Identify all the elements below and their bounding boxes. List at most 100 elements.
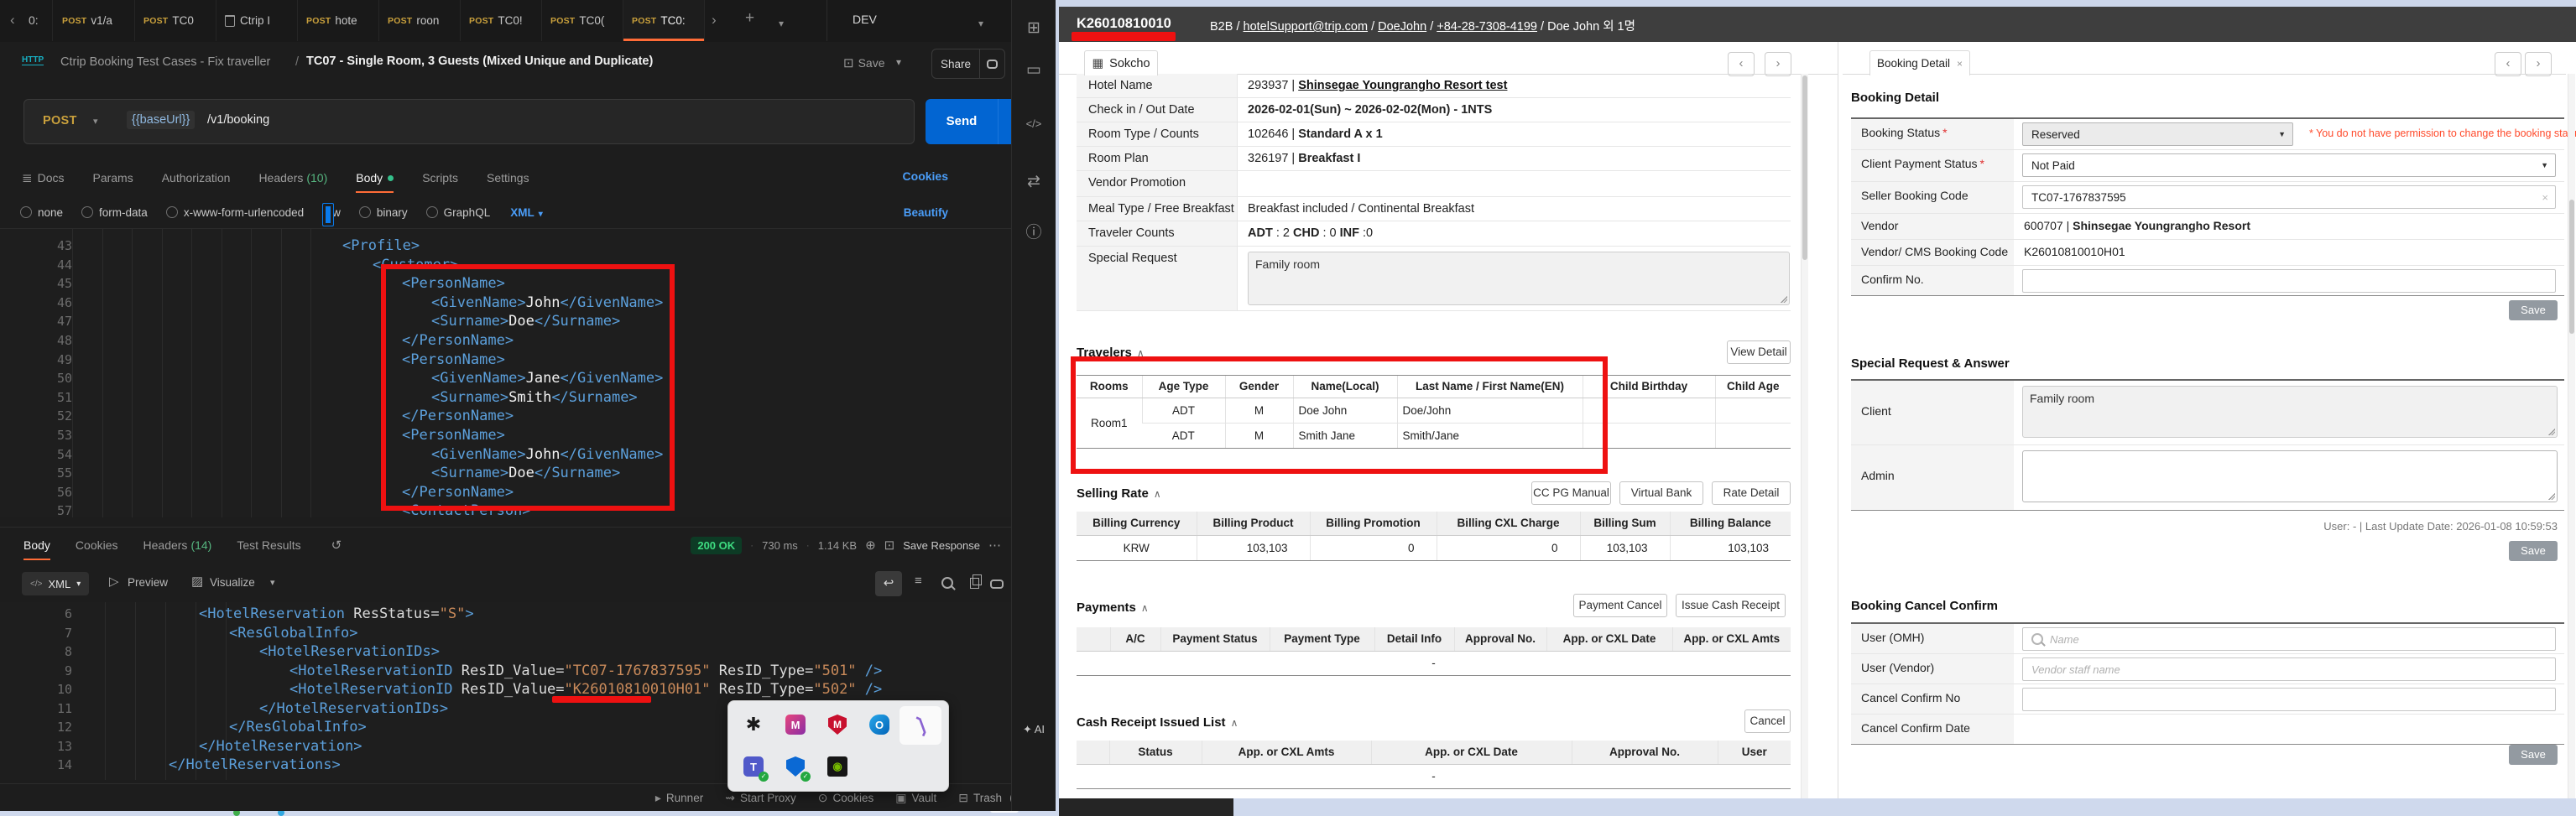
tab-docs[interactable]: ≣ Docs	[22, 163, 64, 193]
url-path[interactable]: /v1/booking	[207, 113, 269, 127]
save-response-icon[interactable]: ⊡	[884, 538, 895, 553]
admin-answer-textarea[interactable]	[2022, 450, 2558, 502]
url-bar[interactable]: POST ▾ {{baseUrl}} /v1/booking	[23, 99, 915, 144]
tab-scripts[interactable]: Scripts	[422, 163, 458, 193]
open-request-tab[interactable]: POST v1/a	[54, 0, 135, 41]
copy-icon[interactable]	[970, 574, 982, 589]
save-button-special-request[interactable]: Save	[2509, 541, 2558, 561]
tab-headers[interactable]: Headers (10)	[258, 163, 327, 193]
body-mode-form-data[interactable]: form-data	[81, 206, 148, 219]
view-detail-button[interactable]: View Detail	[1727, 340, 1791, 364]
payments-section-title[interactable]: Payments ∧	[1077, 600, 1149, 615]
method-caret-icon[interactable]: ▾	[93, 116, 98, 127]
cash-receipt-cancel-button[interactable]: Cancel	[1744, 709, 1791, 733]
history-icon[interactable]: ↺	[331, 538, 342, 553]
windows-security-tray-icon[interactable]: ✓	[777, 748, 814, 785]
response-tab-test-results[interactable]: Test Results	[237, 530, 300, 560]
clear-input-icon[interactable]: ×	[2542, 191, 2548, 204]
link-icon[interactable]	[987, 59, 998, 69]
more-actions-icon[interactable]: ⋯	[988, 538, 1001, 553]
open-request-tab[interactable]: Ctrip I	[216, 0, 298, 41]
rate-detail-button[interactable]: Rate Detail	[1712, 481, 1791, 505]
wrap-text-toggle[interactable]: ↩	[875, 571, 902, 596]
statusbar-cookies[interactable]: ⊙ Cookies	[818, 791, 874, 805]
body-language-select[interactable]: XML ▾	[510, 206, 543, 219]
payment-cancel-button[interactable]: Payment Cancel	[1573, 594, 1667, 617]
ai-assistant-icon[interactable]: ✦ AI	[1012, 723, 1056, 736]
visualize-icon[interactable]: ▨	[191, 574, 203, 589]
booking-status-select[interactable]: Reserved ▼	[2022, 122, 2293, 146]
cookies-link[interactable]: Cookies	[903, 169, 948, 183]
body-mode-binary[interactable]: binary	[358, 206, 408, 219]
statusbar-runner[interactable]: ▸ Runner	[655, 791, 703, 805]
info-icon[interactable]: ⓘ	[1012, 220, 1056, 242]
cancel-confirm-input-cancel-confirm-no[interactable]	[2022, 688, 2556, 711]
preview-button[interactable]: Preview	[128, 576, 168, 589]
statusbar-start-proxy[interactable]: ⇝ Start Proxy	[725, 791, 796, 805]
partial-tab[interactable]: 0:	[29, 0, 53, 41]
booker-name-link[interactable]: DoeJohn	[1378, 20, 1426, 34]
tab-scroll-right-icon[interactable]: ›	[712, 12, 717, 29]
search-icon[interactable]	[941, 577, 953, 589]
tab-booking-detail[interactable]: Booking Detail ×	[1869, 50, 1970, 75]
seller-booking-code-input[interactable]: TC07-1767837595 ×	[2022, 185, 2556, 209]
share-button[interactable]: Share	[931, 49, 1005, 79]
center-scrollbar[interactable]	[1801, 74, 1808, 798]
format-caret-icon[interactable]: ▾	[76, 580, 81, 589]
environment-selector[interactable]: DEV ▾	[827, 0, 1012, 41]
detail-scrollbar[interactable]	[2568, 74, 2575, 798]
tab-body[interactable]: Body	[356, 163, 394, 193]
body-mode-none[interactable]: none	[20, 206, 63, 219]
close-tab-icon[interactable]: ×	[1957, 58, 1963, 70]
panel-prev-button[interactable]: ‹	[1728, 52, 1755, 76]
client-request-textarea[interactable]: Family room	[2022, 386, 2558, 438]
teams-tray-icon[interactable]: T ✓	[735, 748, 772, 785]
tab-settings[interactable]: Settings	[487, 163, 529, 193]
nvidia-tray-icon[interactable]: ◉	[819, 748, 856, 785]
open-request-tab[interactable]: POST hote	[298, 0, 379, 41]
open-request-tab[interactable]: POST TC0!	[461, 0, 542, 41]
save-response-button[interactable]: Save Response	[903, 539, 980, 552]
outlook-tray-icon[interactable]: O	[861, 706, 898, 743]
environment-caret-icon[interactable]: ▾	[978, 15, 983, 32]
starburst-tray-icon[interactable]: ✱	[735, 706, 772, 743]
response-tab-cookies[interactable]: Cookies	[76, 530, 118, 560]
selling-rate-section-title[interactable]: Selling Rate ∧	[1077, 486, 1161, 501]
confirm-no-input[interactable]	[2022, 269, 2556, 293]
breadcrumb-collection[interactable]: Ctrip Booking Test Cases - Fix traveller	[60, 55, 270, 69]
save-caret-icon[interactable]: ▾	[896, 56, 901, 68]
phone-link[interactable]: +84-28-7308-4199	[1437, 20, 1537, 34]
visualize-caret-icon[interactable]: ▾	[270, 577, 275, 588]
mcafee-tray-icon[interactable]: M	[819, 706, 856, 743]
response-tab-headers[interactable]: Headers (14)	[143, 530, 212, 560]
statusbar-trash[interactable]: ⊟ Trash	[958, 791, 1002, 805]
client-payment-status-select[interactable]: Not Paid ▼	[2022, 153, 2556, 177]
special-request-textarea[interactable]: Family room	[1248, 252, 1790, 305]
virtual-bank-button[interactable]: Virtual Bank	[1619, 481, 1703, 505]
beautify-link[interactable]: Beautify	[904, 206, 948, 219]
save-button-cancel-confirm[interactable]: Save	[2509, 745, 2558, 765]
collapse-lines-icon[interactable]: ≡	[915, 574, 922, 588]
url-variable[interactable]: {{baseUrl}}	[127, 111, 196, 129]
tab-scroll-left-icon[interactable]: ‹	[10, 12, 15, 29]
open-request-tab[interactable]: POST TC0:	[623, 0, 705, 41]
issue-cash-receipt-button[interactable]: Issue Cash Receipt	[1676, 594, 1786, 617]
body-mode-raw[interactable]: raw	[322, 203, 341, 226]
feather-pen-tray-icon[interactable]: ❳	[903, 706, 940, 743]
share-label[interactable]: Share	[932, 49, 981, 78]
open-request-tab[interactable]: POST roon	[379, 0, 461, 41]
response-format-select[interactable]: </> XML ▾	[22, 572, 90, 595]
detail-next-button[interactable]: ›	[2525, 52, 2552, 76]
cancel-confirm-input-user-vendor-[interactable]: Vendor staff name	[2022, 657, 2556, 681]
statusbar-vault[interactable]: ▣ Vault	[895, 791, 936, 805]
visualize-button[interactable]: Visualize	[210, 576, 255, 589]
open-request-tab[interactable]: POST TC0	[135, 0, 216, 41]
open-request-tab[interactable]: POST TC0(	[542, 0, 623, 41]
hotel-tab-sokcho[interactable]: ▦ Sokcho	[1084, 50, 1158, 75]
support-email-link[interactable]: hotelSupport@trip.com	[1244, 20, 1369, 34]
spreadsheet-panel-icon[interactable]: ⊞	[1012, 18, 1056, 38]
response-size[interactable]: 1.14 KB	[818, 539, 857, 552]
network-globe-icon[interactable]: ⊕	[865, 538, 876, 553]
body-mode-x-www-form-urlencoded[interactable]: x-www-form-urlencoded	[165, 206, 304, 219]
request-body-editor[interactable]: 43 <Profile> 44 <Customer> 45 <PersonName> 46 <…	[0, 228, 1011, 517]
